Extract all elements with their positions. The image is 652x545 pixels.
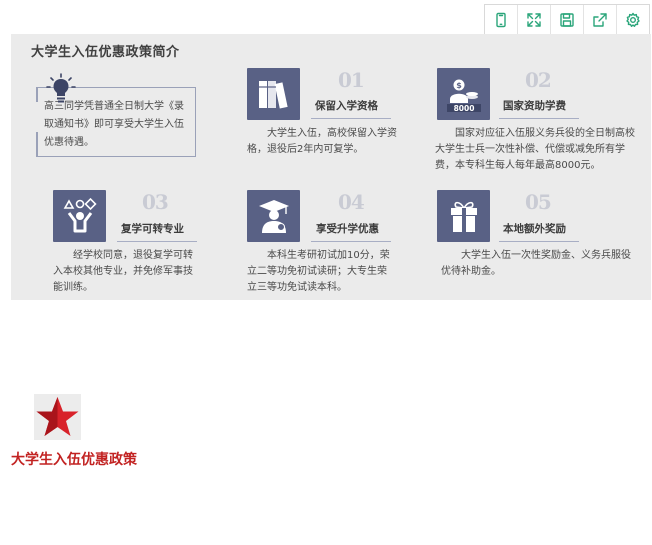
item-number: 05 bbox=[525, 190, 552, 214]
floppy-icon bbox=[560, 12, 574, 27]
item-label: 国家资助学费 bbox=[503, 100, 566, 112]
item-number: 01 bbox=[338, 68, 365, 92]
money-icon: $ 8000 bbox=[446, 79, 481, 113]
save-button[interactable] bbox=[551, 5, 584, 34]
share-button[interactable] bbox=[584, 5, 617, 34]
gear-icon bbox=[626, 12, 640, 27]
svg-text:$: $ bbox=[456, 81, 462, 90]
gift-icon-tile bbox=[437, 190, 490, 242]
mobile-preview-button[interactable] bbox=[485, 5, 518, 34]
books-icon-tile bbox=[247, 68, 300, 120]
item-label: 保留入学资格 bbox=[315, 100, 378, 112]
amount-caption: 8000 bbox=[453, 104, 474, 113]
red-star-icon bbox=[36, 397, 79, 436]
item-rule bbox=[499, 118, 579, 119]
item-description: 本科生考研初试加10分，荣立二等功免初试读研；大专生荣立三等功免试读本科。 bbox=[247, 250, 390, 293]
item-number: 03 bbox=[142, 190, 169, 214]
toolbar bbox=[484, 4, 650, 35]
item-description: 经学校同意，退役复学可转入本校其他专业，并免修军事技能训练。 bbox=[53, 250, 193, 293]
settings-button[interactable] bbox=[617, 5, 649, 34]
gift-icon bbox=[450, 201, 477, 232]
item-number: 02 bbox=[525, 68, 552, 92]
item-description: 大学生入伍，高校保留入学资格，退役后2年内可复学。 bbox=[247, 128, 397, 155]
lightbulb-icon bbox=[46, 73, 76, 103]
item-label: 本地额外奖励 bbox=[503, 223, 566, 235]
item-description: 国家对应征入伍服义务兵役的全日制高校大学生士兵一次性补偿、代偿或减免所有学费，本… bbox=[435, 128, 635, 171]
item-rule bbox=[117, 241, 197, 242]
expand-icon bbox=[527, 12, 541, 27]
item-rule bbox=[499, 241, 579, 242]
red-star-badge bbox=[34, 394, 81, 440]
section-title: 大学生入伍优惠政策 bbox=[11, 452, 137, 468]
item-label: 复学可转专业 bbox=[121, 223, 184, 235]
fullscreen-button[interactable] bbox=[518, 5, 551, 34]
infographic-title: 大学生入伍优惠政策简介 bbox=[31, 45, 180, 60]
graduate-icon bbox=[258, 200, 289, 233]
person-shapes-icon-tile bbox=[53, 190, 106, 242]
books-icon bbox=[258, 81, 288, 109]
phone-icon bbox=[496, 12, 506, 27]
item-number: 04 bbox=[338, 190, 365, 214]
share-icon bbox=[593, 12, 607, 27]
item-label: 享受升学优惠 bbox=[316, 223, 379, 235]
item-rule bbox=[311, 118, 391, 119]
item-description: 大学生入伍一次性奖励金、义务兵服役优待补助金。 bbox=[441, 250, 631, 277]
intro-text: 高三同学凭普通全日制大学《录取通知书》即可享受大学生入伍优惠待遇。 bbox=[44, 101, 184, 148]
policy-infographic: 大学生入伍优惠政策简介 高三同学凭普通全日制大学《录取通知书》即可享受大学生入伍… bbox=[11, 34, 651, 300]
money-icon-tile: $ 8000 bbox=[437, 68, 490, 120]
item-rule bbox=[311, 241, 391, 242]
graduate-icon-tile bbox=[247, 190, 300, 242]
person-shapes-icon bbox=[63, 197, 97, 233]
